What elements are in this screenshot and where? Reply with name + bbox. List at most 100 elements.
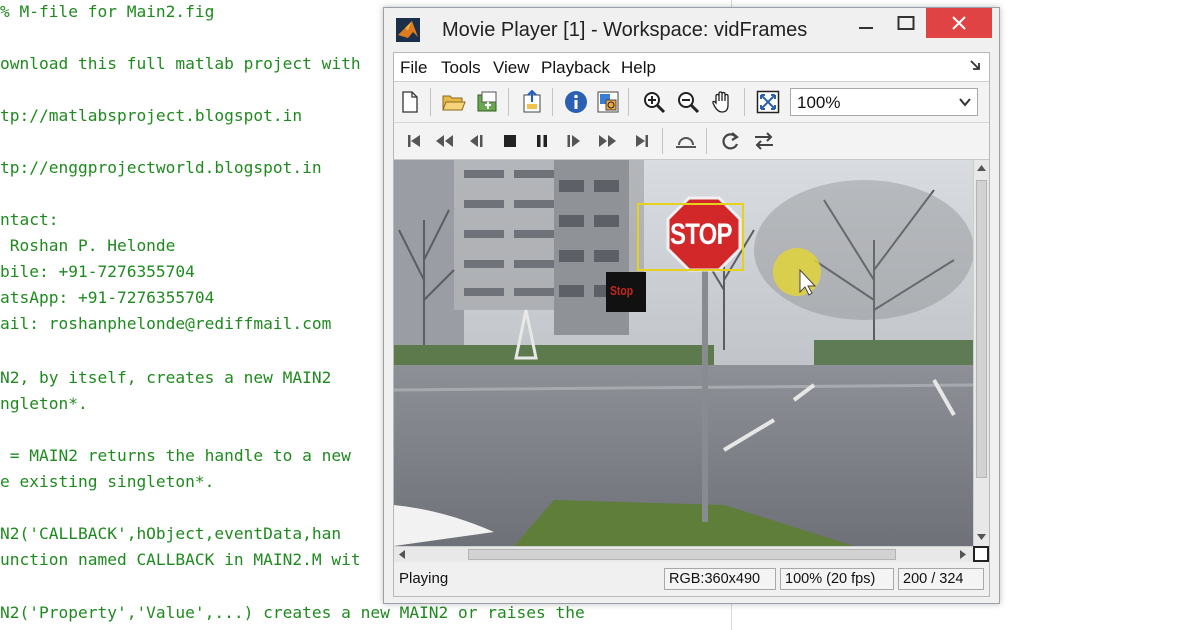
window-title: Movie Player [1] - Workspace: vidFrames: [442, 19, 808, 41]
zoom-fps-readout: 100% (20 fps): [780, 568, 894, 590]
hand-pan-icon: [712, 91, 729, 113]
stop-button[interactable]: [496, 127, 524, 155]
zoom-in-button[interactable]: [640, 88, 668, 116]
new-file-icon: [402, 91, 418, 113]
fast-forward-icon: [599, 135, 616, 147]
status-bar: Playing RGB:360x490 100% (20 fps) 200 / …: [394, 563, 989, 596]
code-line: ownload this full matlab project with: [0, 54, 361, 73]
forward-backward-icon: [755, 132, 773, 150]
code-line: = MAIN2 returns the handle to a new: [0, 446, 351, 465]
toolbar-separator: [662, 128, 663, 154]
go-to-last-button[interactable]: [628, 127, 656, 155]
code-line: tp://enggprojectworld.blogspot.in: [0, 158, 322, 177]
zoom-level-value: 100%: [797, 93, 841, 112]
scroll-corner: [973, 546, 989, 562]
code-line: tp://matlabsproject.blogspot.in: [0, 106, 303, 125]
horizontal-scrollbar[interactable]: [394, 546, 973, 562]
code-line: N2('Property','Value',...) creates a new…: [0, 603, 585, 622]
toolbar-separator: [744, 88, 745, 116]
pixel-region-button[interactable]: [594, 88, 622, 116]
frame-counter: 200 / 324: [898, 568, 984, 590]
rewind-icon: [436, 135, 453, 147]
code-line: ntact:: [0, 210, 59, 229]
zoom-in-icon: [644, 92, 666, 114]
fit-window-icon: [756, 90, 780, 114]
info-button[interactable]: [562, 88, 590, 116]
menu-view[interactable]: View: [493, 58, 530, 78]
step-back-icon: [470, 135, 483, 147]
video-frame[interactable]: STOP Stop: [394, 160, 973, 546]
skip-first-icon: [408, 135, 420, 147]
detection-label-text: Stop: [610, 283, 634, 298]
stop-sign-text: STOP: [670, 218, 733, 251]
vertical-scroll-thumb[interactable]: [976, 180, 987, 478]
rewind-button[interactable]: [430, 127, 458, 155]
new-button[interactable]: [396, 88, 424, 116]
menu-playback[interactable]: Playback: [541, 58, 610, 78]
zoom-level-select[interactable]: 100%: [790, 88, 978, 116]
pixel-region-icon: [597, 91, 619, 113]
toolbar-separator: [628, 88, 629, 116]
info-icon: [565, 91, 587, 113]
scroll-left-icon[interactable]: [398, 550, 405, 559]
dock-arrow-icon[interactable]: [969, 59, 981, 71]
step-forward-button[interactable]: [560, 127, 588, 155]
scroll-up-icon[interactable]: [977, 164, 986, 171]
skip-last-icon: [636, 135, 648, 147]
toolbar-separator: [430, 88, 431, 116]
pause-button[interactable]: [528, 127, 556, 155]
minimize-icon: [859, 27, 873, 29]
playback-toolbar: [394, 123, 989, 160]
import-icon: [477, 91, 497, 112]
rgb-size-readout: RGB:360x490: [664, 568, 776, 590]
code-line: unction named CALLBACK in MAIN2.M wit: [0, 550, 361, 569]
toolbar-separator: [706, 128, 707, 154]
movie-player-window[interactable]: Movie Player [1] - Workspace: vidFrames …: [383, 7, 1000, 604]
repeat-icon: [722, 132, 739, 150]
forward-backward-button[interactable]: [750, 127, 778, 155]
matlab-icon: [396, 18, 420, 42]
export-icon: [523, 90, 541, 113]
code-line: Roshan P. Helonde: [0, 236, 176, 255]
code-line: N2('CALLBACK',hObject,eventData,han: [0, 524, 342, 543]
open-button[interactable]: [440, 88, 468, 116]
fast-forward-button[interactable]: [594, 127, 622, 155]
menu-help[interactable]: Help: [621, 58, 656, 78]
toolbar-separator: [508, 88, 509, 116]
stop-icon: [504, 135, 516, 147]
chevron-down-icon: [959, 98, 971, 107]
code-line: atsApp: +91-7276355704: [0, 288, 215, 307]
maximize-button[interactable]: [886, 8, 926, 38]
jump-to-icon: [676, 137, 696, 148]
horizontal-scroll-thumb[interactable]: [468, 549, 896, 560]
player-body: File Tools View Playback Help 100% STOP …: [393, 52, 990, 597]
code-line: ngleton*.: [0, 394, 88, 413]
close-icon: [952, 16, 966, 30]
go-to-first-button[interactable]: [400, 127, 428, 155]
code-line: % M-file for Main2.fig: [0, 2, 215, 21]
repeat-button[interactable]: [716, 127, 744, 155]
zoom-out-icon: [678, 92, 700, 114]
jump-to-button[interactable]: [672, 127, 700, 155]
code-line: e existing singleton*.: [0, 472, 215, 491]
playback-status: Playing: [399, 570, 449, 587]
code-line: bile: +91-7276355704: [0, 262, 195, 281]
open-folder-icon: [442, 95, 466, 111]
step-back-button[interactable]: [462, 127, 490, 155]
title-bar[interactable]: Movie Player [1] - Workspace: vidFrames: [384, 8, 999, 52]
scroll-down-icon[interactable]: [977, 534, 986, 541]
menu-file[interactable]: File: [400, 58, 427, 78]
menu-bar: File Tools View Playback Help: [394, 53, 989, 82]
step-forward-icon: [567, 135, 580, 147]
pan-button[interactable]: [708, 88, 736, 116]
scroll-right-icon[interactable]: [960, 550, 967, 559]
menu-tools[interactable]: Tools: [441, 58, 481, 78]
fit-to-window-button[interactable]: [754, 88, 782, 116]
close-button[interactable]: [926, 8, 992, 38]
import-button[interactable]: [474, 88, 502, 116]
vertical-scrollbar[interactable]: [973, 160, 989, 546]
pause-icon: [537, 135, 547, 147]
minimize-button[interactable]: [846, 8, 886, 38]
export-button[interactable]: [518, 88, 546, 116]
zoom-out-button[interactable]: [674, 88, 702, 116]
